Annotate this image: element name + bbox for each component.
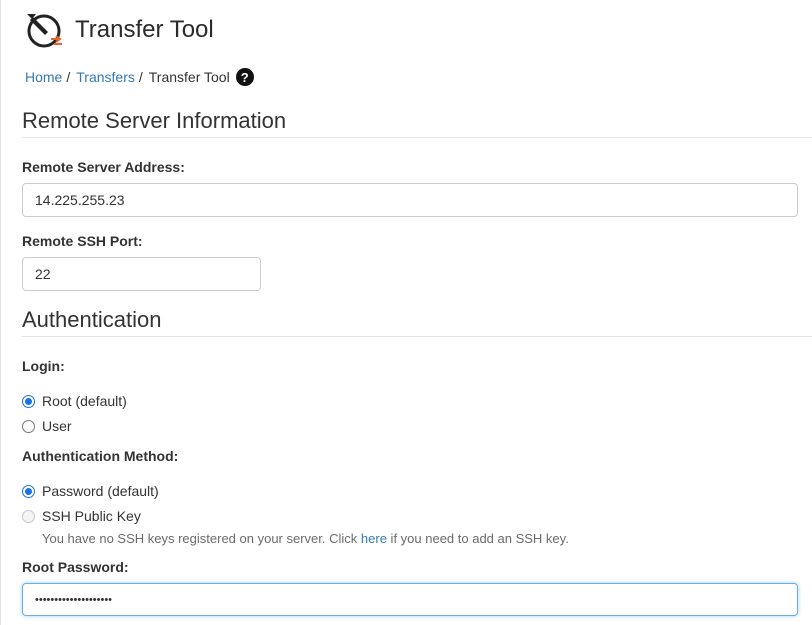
ssh-key-help-text-before: You have no SSH keys registered on your … <box>42 531 361 546</box>
breadcrumb-home-link[interactable]: Home <box>25 69 62 85</box>
login-option-user-label: User <box>42 418 72 434</box>
radio-password-default[interactable] <box>22 485 35 498</box>
radio-user[interactable] <box>22 420 35 433</box>
help-icon[interactable]: ? <box>236 68 254 86</box>
page-left-border <box>0 0 1 625</box>
radio-root-default[interactable] <box>22 395 35 408</box>
wrench-transfer-icon <box>23 8 67 52</box>
login-option-root-label: Root (default) <box>42 393 127 409</box>
ssh-key-help-text-after: if you need to add an SSH key. <box>387 531 569 546</box>
breadcrumb: Home / Transfers / Transfer Tool ? <box>25 66 254 88</box>
remote-ssh-port-label: Remote SSH Port: <box>22 233 143 249</box>
remote-server-address-label: Remote Server Address: <box>22 159 185 175</box>
method-option-password[interactable]: Password (default) <box>22 483 159 499</box>
authentication-heading: Authentication <box>22 307 161 333</box>
breadcrumb-current: Transfer Tool <box>149 69 230 85</box>
method-option-ssh-public-key[interactable]: SSH Public Key <box>22 508 141 524</box>
page-title: Transfer Tool <box>75 16 214 44</box>
breadcrumb-separator: / <box>66 69 70 85</box>
method-option-password-label: Password (default) <box>42 483 159 499</box>
remote-server-heading: Remote Server Information <box>22 108 286 134</box>
breadcrumb-transfers-link[interactable]: Transfers <box>76 69 135 85</box>
login-option-root[interactable]: Root (default) <box>22 393 127 409</box>
remote-ssh-port-input[interactable] <box>22 257 261 291</box>
remote-server-address-input[interactable] <box>22 183 798 217</box>
section-divider <box>22 336 812 337</box>
add-ssh-key-link[interactable]: here <box>361 531 387 546</box>
method-option-ssh-public-key-label: SSH Public Key <box>42 508 141 524</box>
breadcrumb-separator: / <box>139 69 143 85</box>
login-label: Login: <box>22 358 65 374</box>
section-divider <box>22 137 812 138</box>
login-option-user[interactable]: User <box>22 418 72 434</box>
root-password-label: Root Password: <box>22 559 129 575</box>
radio-ssh-public-key[interactable] <box>22 510 35 523</box>
authentication-method-label: Authentication Method: <box>22 448 178 464</box>
page-header: Transfer Tool <box>23 8 214 52</box>
root-password-input[interactable] <box>22 583 798 616</box>
ssh-key-help-text: You have no SSH keys registered on your … <box>42 531 569 546</box>
